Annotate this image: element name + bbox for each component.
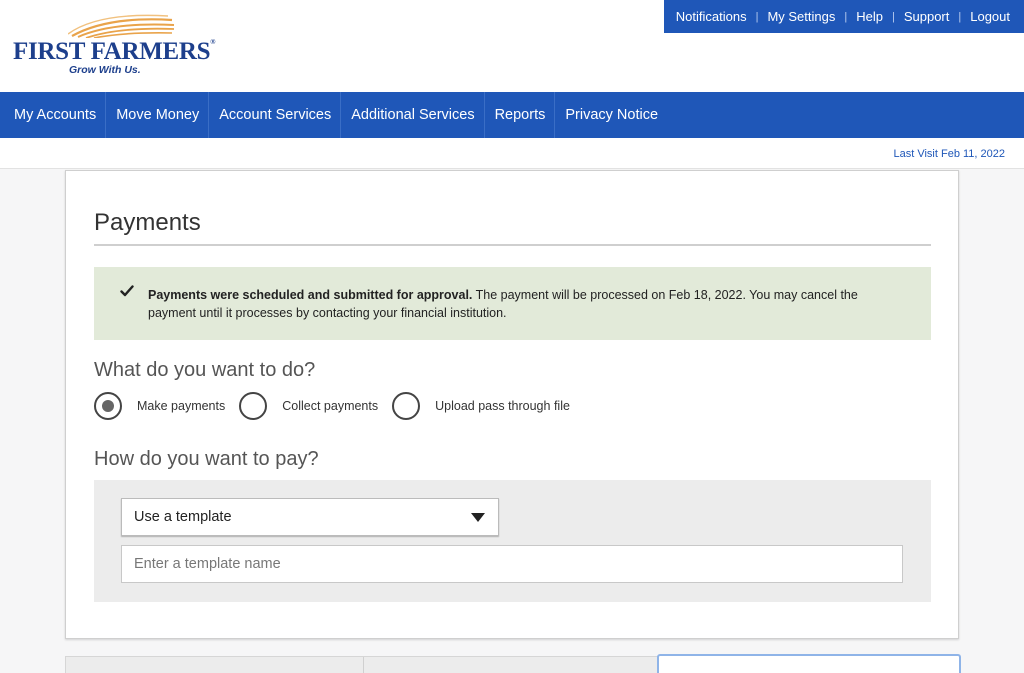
caret-down-icon [471, 513, 485, 522]
upload-file-radio[interactable] [392, 392, 421, 420]
notifications-link[interactable]: Notifications [676, 9, 747, 24]
template-name-input[interactable] [121, 545, 903, 583]
collect-payments-label[interactable]: Collect payments [282, 399, 378, 413]
nav-item-privacy-notice[interactable]: Privacy Notice [555, 92, 667, 138]
brand-tagline: Grow With Us. [69, 64, 141, 76]
divider: | [755, 10, 759, 23]
make-payments-radio[interactable] [94, 392, 122, 420]
page-title: Payments [94, 209, 201, 236]
nav-item-my-accounts[interactable]: My Accounts [0, 92, 107, 138]
help-link[interactable]: Help [856, 9, 883, 24]
divider [363, 657, 364, 673]
payment-method-select[interactable]: Use a template [121, 498, 499, 536]
last-visit-text: Last Visit Feb 11, 2022 [893, 148, 1006, 160]
upload-file-label[interactable]: Upload pass through file [435, 399, 570, 413]
action-question: What do you want to do? [94, 359, 316, 381]
alert-message: Payments were scheduled and submitted fo… [148, 286, 888, 322]
divider: | [891, 10, 895, 23]
main-nav: My Accounts Move Money Account Services … [0, 92, 1024, 138]
utility-nav: Notifications | My Settings | Help | Sup… [664, 0, 1024, 33]
nav-item-reports[interactable]: Reports [485, 92, 556, 138]
alert-bold-text: Payments were scheduled and submitted fo… [148, 288, 473, 302]
my-settings-link[interactable]: My Settings [767, 9, 835, 24]
success-alert: Payments were scheduled and submitted fo… [94, 267, 931, 340]
bottom-panel-left [65, 656, 659, 673]
action-radio-group: Make payments Collect payments Upload pa… [94, 391, 584, 421]
brand-name: FIRST FARMERS® [13, 38, 216, 65]
sun-rays-icon [68, 14, 175, 38]
payment-method-panel: Use a template [94, 480, 931, 602]
divider: | [844, 10, 848, 23]
nav-item-move-money[interactable]: Move Money [106, 92, 210, 138]
logout-link[interactable]: Logout [970, 9, 1010, 24]
method-question: How do you want to pay? [94, 448, 319, 470]
support-link[interactable]: Support [904, 9, 950, 24]
nav-item-account-services[interactable]: Account Services [209, 92, 342, 138]
nav-item-additional-services[interactable]: Additional Services [341, 92, 485, 138]
bottom-panel-right[interactable] [657, 654, 961, 673]
title-divider [94, 244, 931, 246]
payments-card: Payments Payments were scheduled and sub… [65, 170, 959, 639]
make-payments-label[interactable]: Make payments [137, 399, 225, 413]
payment-method-value: Use a template [134, 509, 232, 525]
divider: | [958, 10, 962, 23]
checkmark-icon [120, 285, 134, 297]
brand-logo[interactable]: FIRST FARMERS® Grow With Us. [13, 14, 216, 78]
collect-payments-radio[interactable] [239, 392, 268, 420]
